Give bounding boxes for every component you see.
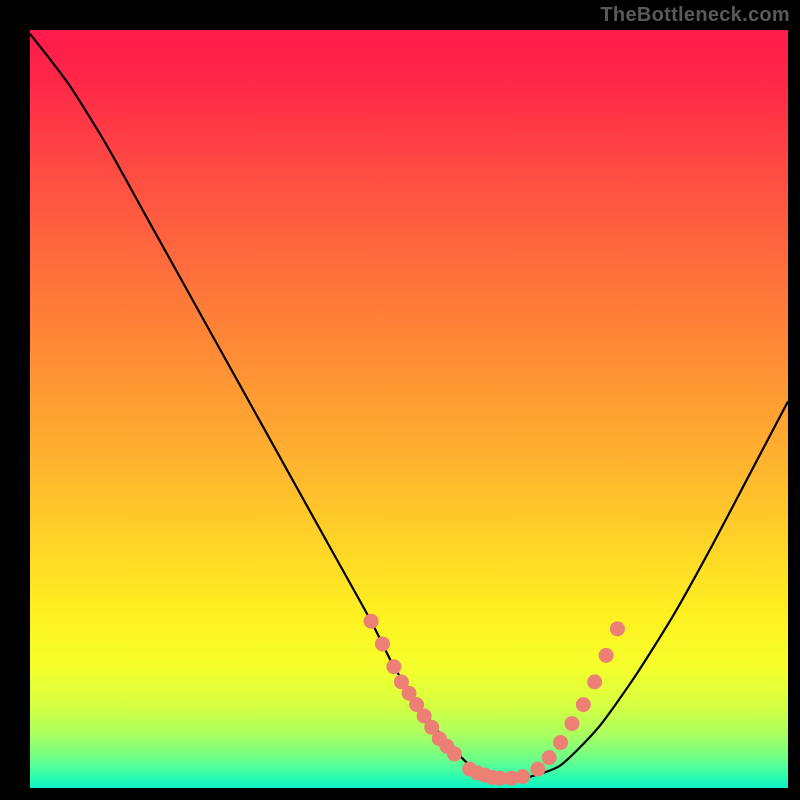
curve-marker-dot (386, 659, 401, 674)
curve-marker-dot (542, 750, 557, 765)
curve-marker-dot (364, 614, 379, 629)
chart-stage: TheBottleneck.com (0, 0, 800, 800)
curve-marker-dot (576, 697, 591, 712)
curve-marker-dot (587, 674, 602, 689)
curve-marker-dot (447, 746, 462, 761)
chart-svg (0, 0, 800, 800)
curve-marker-dot (553, 735, 568, 750)
curve-marker-dot (564, 716, 579, 731)
plot-background (30, 30, 788, 788)
site-watermark: TheBottleneck.com (600, 4, 790, 27)
curve-marker-dot (375, 636, 390, 651)
curve-marker-dot (599, 648, 614, 663)
curve-marker-dot (515, 769, 530, 784)
curve-marker-dot (610, 621, 625, 636)
curve-marker-dot (530, 762, 545, 777)
